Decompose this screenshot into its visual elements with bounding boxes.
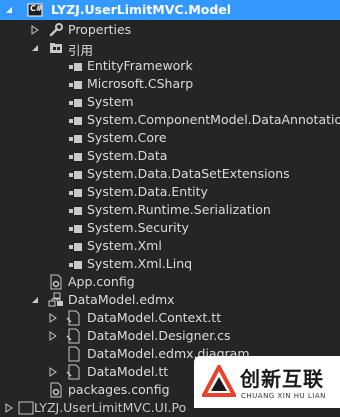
- reference-label: Microsoft.CSharp: [87, 76, 194, 91]
- cs-file-icon: [66, 328, 82, 344]
- edmx-child-label: DataModel.Context.tt: [87, 310, 222, 325]
- assembly-reference-icon: [68, 59, 84, 75]
- reference-item[interactable]: System.Xml: [0, 237, 340, 255]
- reference-label: System.Xml: [87, 238, 162, 253]
- reference-label: System.ComponentModel.DataAnnotations: [87, 112, 340, 127]
- app-config-label: App.config: [68, 274, 135, 289]
- assembly-reference-icon: [68, 185, 84, 201]
- references-node[interactable]: 引用: [0, 39, 340, 58]
- app-config-node[interactable]: App.config: [0, 273, 340, 291]
- expanded-arrow-icon[interactable]: [30, 295, 40, 305]
- logo-mark-icon: [200, 362, 238, 402]
- edmx-label: DataModel.edmx: [68, 292, 175, 307]
- reference-item[interactable]: System.Security: [0, 219, 340, 237]
- assembly-reference-icon: [68, 149, 84, 165]
- edmx-child-item[interactable]: DataModel.Designer.cs: [0, 327, 340, 345]
- config-file-icon: [48, 382, 64, 398]
- reference-item[interactable]: System.Data: [0, 147, 340, 165]
- reference-item[interactable]: System.Core: [0, 129, 340, 147]
- reference-item[interactable]: System.Data.DataSetExtensions: [0, 165, 340, 183]
- assembly-reference-icon: [68, 221, 84, 237]
- collapsed-arrow-icon[interactable]: [30, 25, 40, 35]
- template-file-icon: [66, 310, 82, 326]
- reference-item[interactable]: System: [0, 93, 340, 111]
- assembly-reference-icon: [68, 113, 84, 129]
- reference-item[interactable]: System.ComponentModel.DataAnnotations: [0, 111, 340, 129]
- reference-item[interactable]: Microsoft.CSharp: [0, 75, 340, 93]
- reference-label: System.Data.DataSetExtensions: [87, 166, 290, 181]
- assembly-reference-icon: [68, 95, 84, 111]
- watermark-logo: 创新互联 CHUANG XIN HU LIAN: [194, 356, 340, 408]
- edmx-child-item[interactable]: DataModel.Context.tt: [0, 309, 340, 327]
- assembly-reference-icon: [68, 257, 84, 273]
- reference-label: EntityFramework: [87, 58, 193, 73]
- packages-config-label: packages.config: [68, 382, 170, 397]
- collapsed-arrow-icon[interactable]: [48, 367, 58, 377]
- reference-label: System.Core: [87, 130, 167, 145]
- web-project-icon: [18, 400, 34, 416]
- assembly-reference-icon: [68, 239, 84, 255]
- logo-text-en: CHUANG XIN HU LIAN: [241, 392, 326, 400]
- reference-label: System.Data.Entity: [87, 184, 208, 199]
- assembly-reference-icon: [68, 167, 84, 183]
- assembly-reference-icon: [68, 77, 84, 93]
- reference-item[interactable]: System.Xml.Linq: [0, 255, 340, 273]
- diagram-file-icon: [66, 346, 82, 362]
- collapsed-arrow-icon[interactable]: [48, 313, 58, 323]
- reference-item[interactable]: System.Runtime.Serialization: [0, 201, 340, 219]
- properties-label: Properties: [68, 22, 132, 37]
- reference-label: System.Xml.Linq: [87, 256, 193, 271]
- edmx-file-icon: [48, 292, 64, 308]
- template-file-icon: [66, 364, 82, 380]
- references-folder-icon: [48, 40, 64, 56]
- expand-arrow-icon[interactable]: [4, 5, 14, 15]
- reference-label: System: [87, 94, 134, 109]
- reference-item[interactable]: System.Data.Entity: [0, 183, 340, 201]
- expanded-arrow-icon[interactable]: [30, 43, 40, 53]
- project-icon-text: C#: [30, 4, 43, 13]
- logo-text-cn: 创新互联: [240, 367, 324, 391]
- edmx-child-label: DataModel.Designer.cs: [87, 328, 231, 343]
- reference-item[interactable]: EntityFramework: [0, 57, 340, 75]
- project-node[interactable]: C# LYZJ.UserLimitMVC.Model: [0, 0, 340, 20]
- assembly-reference-icon: [68, 203, 84, 219]
- collapsed-arrow-icon[interactable]: [4, 403, 14, 413]
- project-label: LYZJ.UserLimitMVC.Model: [51, 2, 232, 17]
- edmx-child-label: DataModel.tt: [87, 364, 169, 379]
- collapsed-arrow-icon[interactable]: [48, 331, 58, 341]
- wrench-icon: [48, 22, 64, 38]
- reference-label: System.Data: [87, 148, 168, 163]
- edmx-node[interactable]: DataModel.edmx: [0, 291, 340, 309]
- reference-label: System.Security: [87, 220, 189, 235]
- reference-label: System.Runtime.Serialization: [87, 202, 271, 217]
- assembly-reference-icon: [68, 131, 84, 147]
- properties-node[interactable]: Properties: [0, 21, 340, 39]
- config-file-icon: [48, 274, 64, 290]
